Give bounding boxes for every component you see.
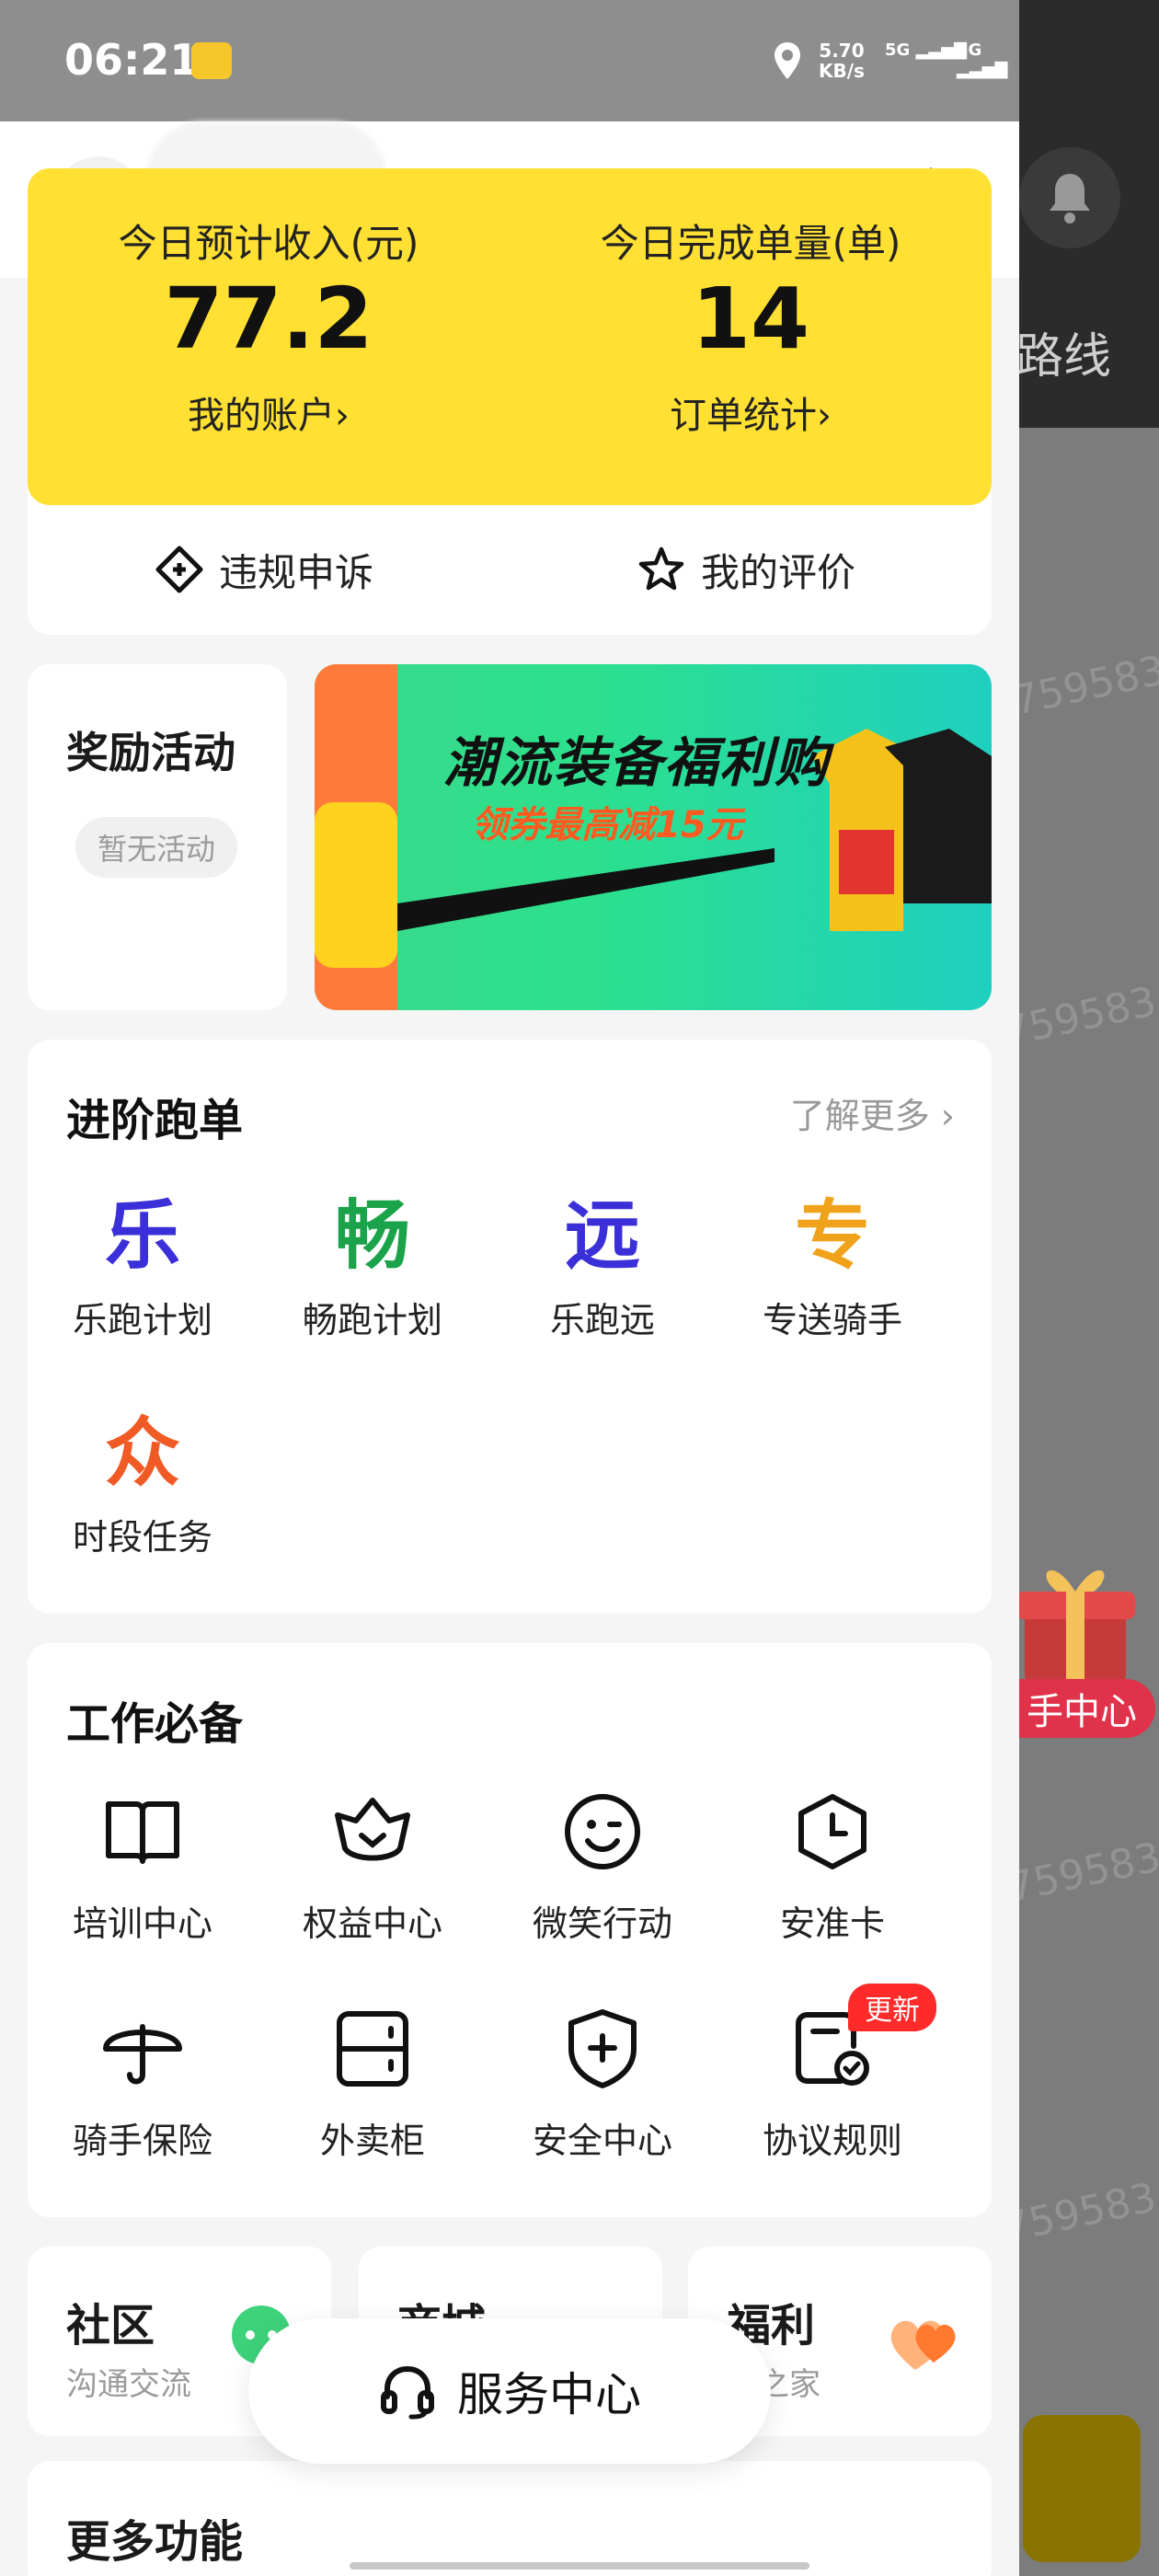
learn-more-link[interactable]: 了解更多 › — [790, 1087, 955, 1138]
banner-subtitle: 领券最高减15元 — [471, 804, 743, 846]
bell-icon — [1019, 147, 1120, 248]
work-essentials-section: 工作必备 培训中心 权益中心 微笑行动 安准卡 骑手保险 外卖柜 安全中心 协议… — [28, 1643, 992, 2217]
income-block[interactable]: 今日预计收入(元) 77.2 我的账户› — [28, 168, 510, 505]
location-icon — [775, 42, 800, 79]
security-center[interactable]: 安全中心 — [488, 1998, 717, 2163]
rider-insurance[interactable]: 骑手保险 — [28, 1998, 258, 2163]
book-icon — [28, 1781, 258, 1882]
shield-icon — [488, 1998, 717, 2099]
status-bar: 06:21 5.70 KB/s 5G ▂▃▅▇ 5G ▂▃▅▇ — [0, 0, 1019, 121]
update-badge: 更新 — [848, 1984, 936, 2031]
plan-time-slot-task[interactable]: 众 时段任务 — [28, 1395, 258, 1559]
plan-chang-pao[interactable]: 畅 畅跑计划 — [258, 1178, 488, 1342]
background-button — [1023, 2415, 1141, 2562]
zhuan-glyph-icon: 专 — [794, 1191, 870, 1280]
income-value: 77.2 — [164, 270, 373, 368]
home-indicator[interactable] — [350, 2562, 809, 2570]
more-functions-card: 更多功能 — [28, 2461, 992, 2576]
more-functions-title: 更多功能 — [66, 2516, 244, 2568]
clock-icon — [717, 1781, 947, 1882]
earnings-card: 今日预计收入(元) 77.2 我的账户› 今日完成单量(单) 14 订单统计› — [28, 168, 992, 505]
gift-icon — [1016, 1570, 1135, 1684]
headset-icon — [381, 2365, 434, 2420]
complaint-icon — [155, 546, 203, 593]
section-title: 工作必备 — [66, 1698, 244, 1750]
orders-label: 今日完成单量(单) — [600, 221, 901, 266]
plan-le-pao-yuan[interactable]: 远 乐跑远 — [488, 1178, 717, 1342]
safety-card[interactable]: 安准卡 — [717, 1781, 947, 1946]
plan-le-pao[interactable]: 乐 乐跑计划 — [28, 1178, 258, 1342]
violation-appeal-button[interactable]: 违规申诉 — [155, 528, 373, 611]
app-notification-icon — [191, 42, 232, 79]
order-stats-link[interactable]: 订单统计› — [510, 385, 992, 439]
le-glyph-icon: 乐 — [104, 1191, 180, 1280]
network-speed: 5.70 KB/s — [819, 40, 865, 82]
training-center[interactable]: 培训中心 — [28, 1781, 258, 1946]
plan-dedicated-rider[interactable]: 专 专送骑手 — [717, 1178, 947, 1342]
smile-action[interactable]: 微笑行动 — [488, 1781, 717, 1946]
banner-title: 潮流装备福利购 — [443, 731, 831, 794]
yuan-glyph-icon: 远 — [564, 1191, 640, 1280]
background-rider-center: 手中心 — [1012, 1679, 1155, 1738]
food-locker[interactable]: 外卖柜 — [258, 1998, 488, 2163]
umbrella-icon — [28, 1998, 258, 2099]
reward-activity-card[interactable]: 奖励活动 暂无活动 — [28, 664, 287, 1010]
crown-icon — [258, 1781, 488, 1882]
signal-2-icon: 5G ▂▃▅▇ — [957, 40, 1008, 79]
my-account-link[interactable]: 我的账户› — [28, 385, 510, 439]
orders-block[interactable]: 今日完成单量(单) 14 订单统计› — [510, 168, 992, 505]
zhong-glyph-icon: 众 — [104, 1409, 180, 1497]
star-icon — [638, 546, 684, 591]
locker-icon — [258, 1998, 488, 2099]
orders-value: 14 — [691, 270, 810, 368]
signal-1-icon: 5G ▂▃▅▇ — [885, 40, 967, 60]
reward-title: 奖励活动 — [66, 728, 235, 777]
income-label: 今日预计收入(元) — [118, 221, 419, 266]
promo-banner[interactable]: 潮流装备福利购 领券最高减15元 — [315, 664, 992, 1010]
service-center-button[interactable]: 服务中心 — [248, 2318, 771, 2464]
my-rating-button[interactable]: 我的评价 — [637, 528, 855, 611]
smile-icon — [488, 1781, 717, 1882]
background-route-text: 路线 — [1016, 329, 1112, 385]
section-title: 进阶跑单 — [66, 1095, 244, 1146]
advanced-orders-section: 进阶跑单 了解更多 › 乐 乐跑计划 畅 畅跑计划 远 乐跑远 专 专送骑手 众… — [28, 1040, 992, 1614]
chang-glyph-icon: 畅 — [334, 1191, 410, 1280]
benefits-center[interactable]: 权益中心 — [258, 1781, 488, 1946]
status-time: 06:21 — [64, 35, 200, 85]
heart-icon — [890, 2320, 956, 2370]
reward-status-tag: 暂无活动 — [75, 817, 238, 878]
